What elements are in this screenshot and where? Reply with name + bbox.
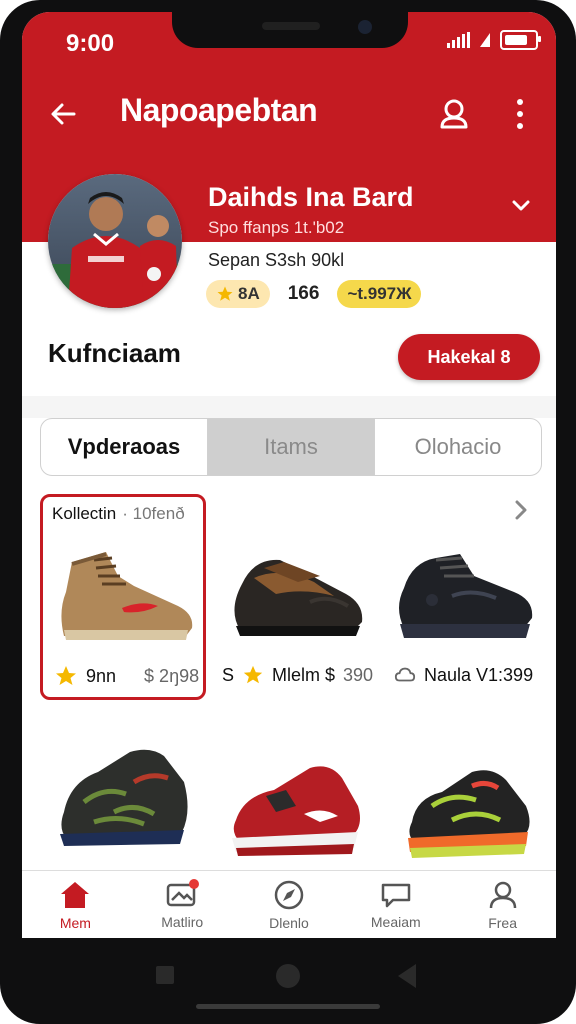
more-options-icon[interactable] [510,96,530,132]
signal-icon [447,32,470,48]
nav-label: Matliro [161,914,204,930]
product-name: Naula V1:399 [424,664,534,685]
nav-gallery[interactable]: Matliro [129,871,236,938]
status-icons [447,30,541,50]
product-price: $ 2ŋ98 [144,665,200,686]
product-image-shoe-camo[interactable] [54,742,190,852]
tab-items[interactable]: Itams [207,419,375,475]
home-button-icon[interactable] [276,964,300,988]
follow-button[interactable]: Hakekal 8 [398,334,540,380]
product-name: Mlelm $ [272,664,336,685]
phone-frame: 9:00 Napoapebtan Daihds Ina Bard Spo ffa… [0,0,576,1024]
home-icon [61,882,90,908]
product-image-shoe-red[interactable] [226,756,366,860]
app-screen: 9:00 Napoapebtan Daihds Ina Bard Spo ffa… [22,12,556,938]
notification-dot [188,879,199,889]
section-divider [22,396,556,418]
tab-bar: Vpderaoas Itams Olohacio [40,418,542,476]
points-badge: ~t.997Ж [337,280,422,308]
star-icon [217,286,233,301]
back-arrow-icon[interactable] [44,94,84,134]
battery-icon [500,30,541,50]
person-icon [489,881,516,909]
nav-label: Meaiam [370,914,421,930]
camera-icon [358,20,372,34]
profile-subtitle: Sepan S3sh 90kl [208,250,345,270]
tab-collections[interactable]: Olohacio [375,419,541,475]
chat-icon [381,883,411,908]
nav-messages[interactable]: Meaiam [342,871,449,938]
nav-label: Dlenlo [269,915,309,931]
star-icon [56,666,76,685]
product-meta-3: Naula V1:399 [394,664,533,686]
nav-profile[interactable]: Frea [449,871,556,938]
chevron-right-icon[interactable] [510,498,532,522]
nav-label: Mem [59,915,91,931]
nav-explore[interactable]: Dlenlo [236,871,343,938]
product-meta-1: 9nn $ 2ŋ98 [54,664,199,688]
product-price: 390 [343,664,374,685]
product-image-shoe-neon[interactable] [402,762,540,862]
product-name: 9nn [86,665,117,686]
recent-apps-icon[interactable] [156,966,174,984]
follower-count: 166 [287,283,320,304]
section-title: Kufnciaam [48,338,181,368]
chevron-down-icon[interactable] [508,192,534,218]
product-image-shoe-brown[interactable] [224,544,372,644]
bottom-navigation: Mem Matliro Dlenlo Meaiam Frea [22,870,556,938]
star-icon [243,665,263,684]
profile-name: Daihds Ina Bard [208,182,414,212]
product-meta-2: S Mlelm $ 390 [222,664,374,685]
profile-handle: Spo ffanps 1t.'b02 [208,218,345,237]
nav-home[interactable]: Mem [22,871,129,938]
status-time: 9:00 [66,30,115,57]
network-icon [480,33,490,47]
product-image-boot-tan[interactable] [54,542,200,646]
tab-updates[interactable]: Vpderaoas [41,419,207,475]
nav-label: Frea [488,915,517,931]
profile-icon[interactable] [434,94,474,134]
page-title: Napoapebtan [120,92,318,128]
profile-badges: 8A 166 ~t.997Ж [206,280,422,308]
home-indicator[interactable] [196,1004,380,1009]
cloud-icon [394,667,416,682]
notch [172,12,408,48]
rating-badge: 8A [206,280,270,308]
collection-label: Kollectin · 10fenð [52,504,185,523]
product-image-shoe-black[interactable] [392,542,540,646]
system-back-icon[interactable] [398,964,416,988]
avatar[interactable] [48,174,182,308]
compass-icon [274,880,304,910]
